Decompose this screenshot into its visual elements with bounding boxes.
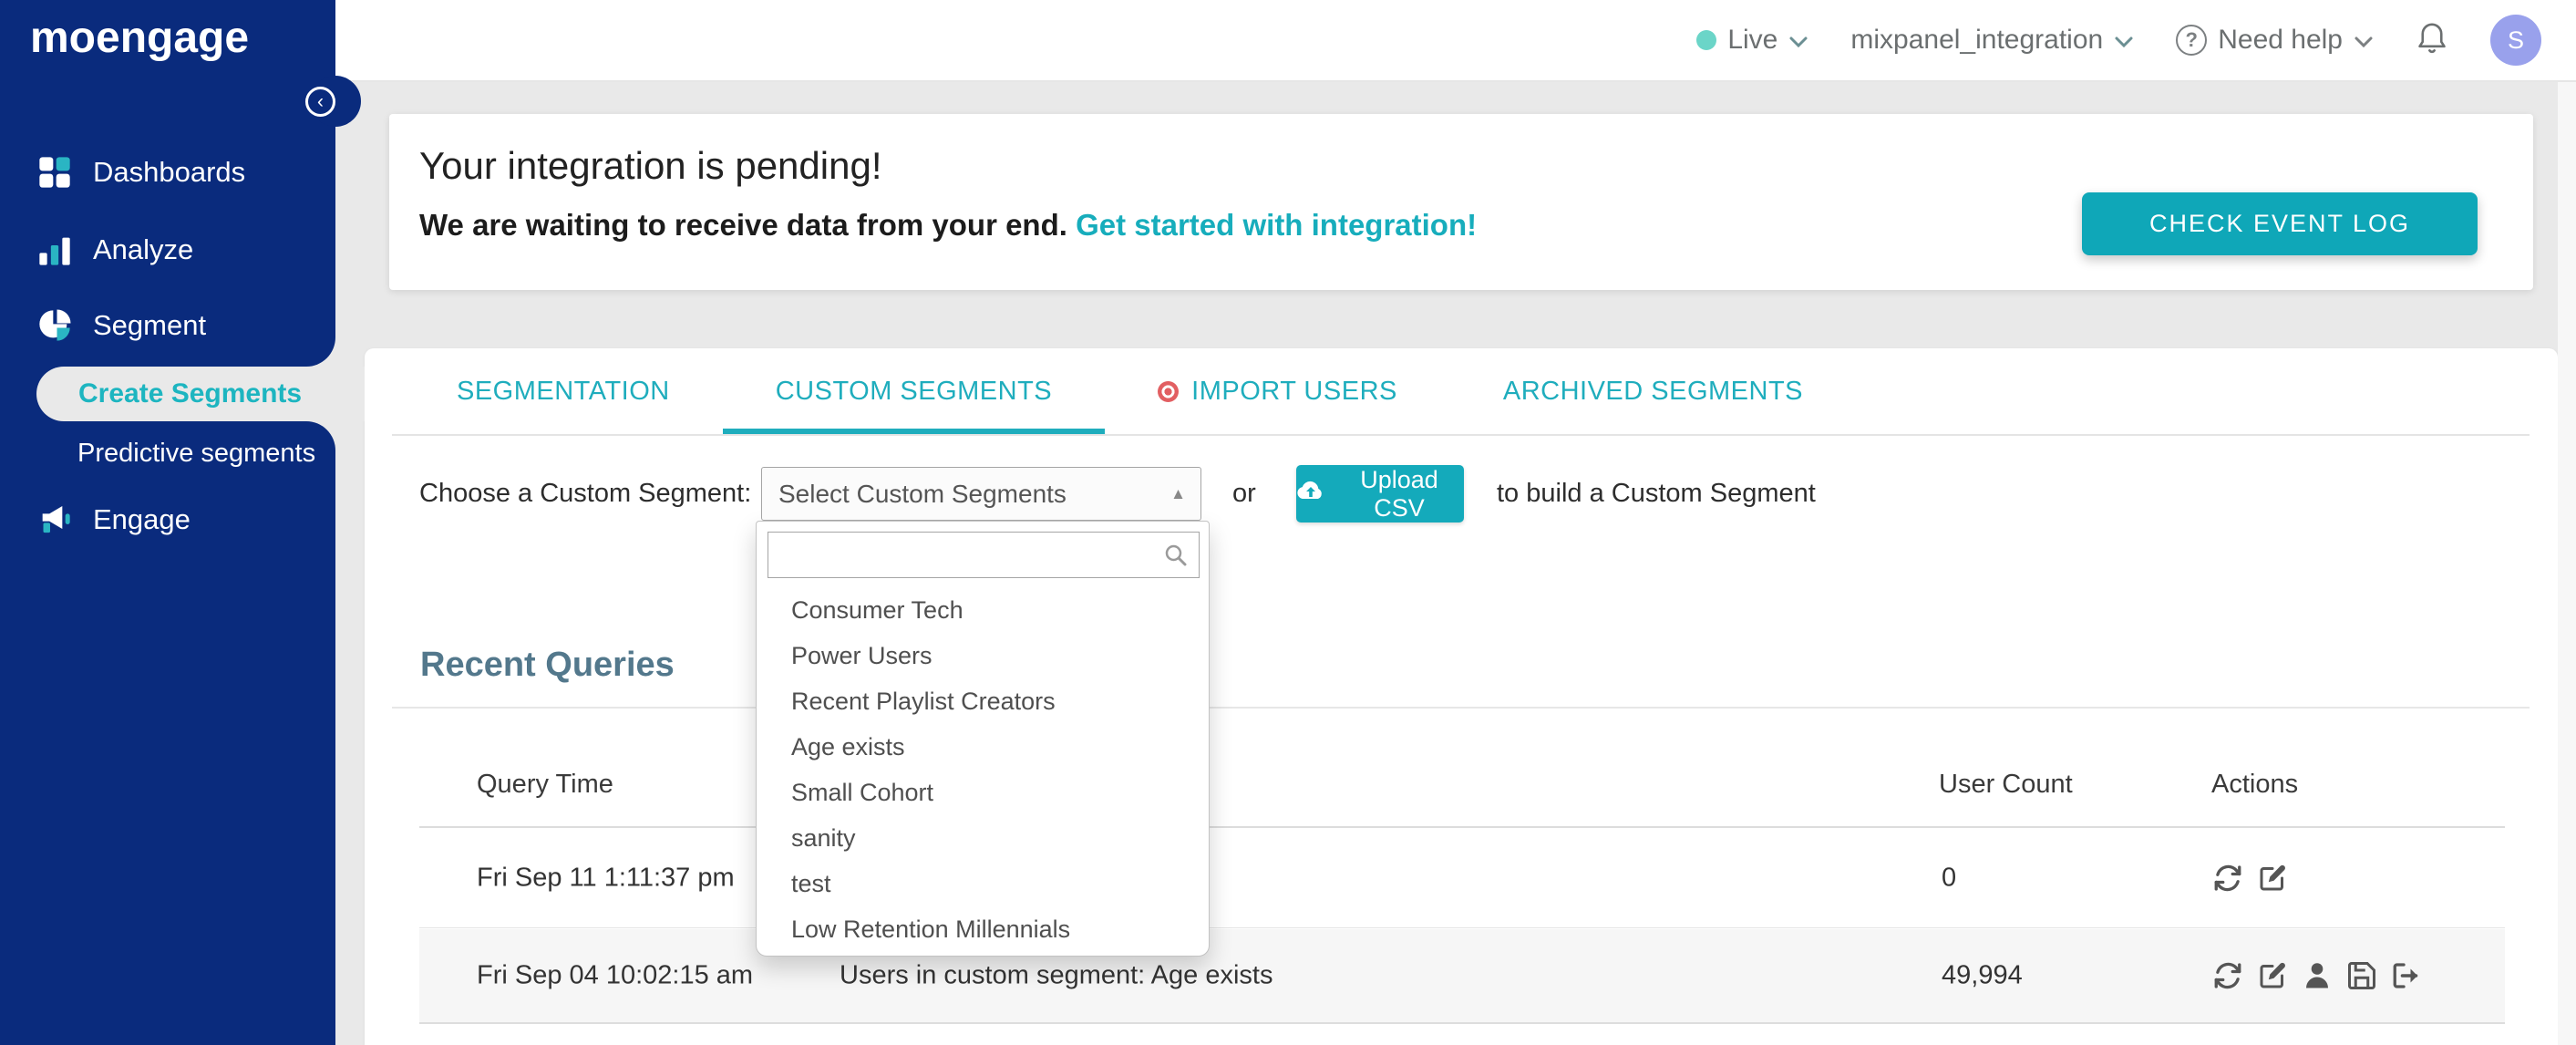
edit-icon[interactable] [2256, 862, 2289, 895]
app-root: Live mixpanel_integration ? Need help S [0, 0, 2576, 1045]
live-status-dot [1696, 30, 1717, 50]
column-header-actions: Actions [2211, 770, 2299, 799]
save-icon[interactable] [2345, 959, 2378, 992]
user-icon[interactable] [2301, 959, 2334, 992]
sidebar-collapse-button[interactable]: ‹ [305, 87, 335, 117]
chevron-down-icon [1788, 25, 1808, 56]
column-header-user-count: User Count [1939, 770, 2073, 799]
pie-chart-icon [36, 307, 73, 344]
sidebar-item-predictive-segments[interactable]: Predictive segments [77, 430, 315, 476]
sidebar-item-label: Predictive segments [77, 438, 316, 468]
bell-icon [2416, 23, 2448, 60]
sidebar-item-create-segments[interactable]: Create Segments [36, 367, 365, 421]
dropdown-option[interactable]: Low Retention Millennials [757, 906, 1209, 952]
section-divider [392, 707, 2530, 709]
environment-label: Live [1727, 25, 1778, 55]
check-event-log-button[interactable]: CHECK EVENT LOG [2082, 192, 2478, 255]
build-segment-helper-text: to build a Custom Segment [1497, 479, 1816, 508]
dropdown-option[interactable]: test [757, 861, 1209, 906]
tab-segmentation[interactable]: SEGMENTATION [404, 348, 723, 434]
dropdown-option[interactable]: Recent Playlist Creators [757, 678, 1209, 724]
sidebar: moengage Dashboards Analyze Segment Crea… [0, 0, 365, 1045]
dropdown-option[interactable]: Power Users [757, 633, 1209, 678]
dropdown-search [768, 532, 1200, 578]
query-time-cell: Fri Sep 11 1:11:37 pm [477, 863, 735, 892]
user-count-cell: 0 [1942, 863, 1957, 892]
sidebar-item-label: Create Segments [78, 378, 303, 409]
chevron-down-icon [2354, 25, 2374, 56]
dashboard-grid-icon [36, 154, 73, 191]
top-bar: Live mixpanel_integration ? Need help S [335, 0, 2576, 82]
cloud-upload-icon [1296, 479, 1325, 509]
workspace-selector[interactable]: mixpanel_integration [1850, 25, 2134, 56]
help-label: Need help [2218, 25, 2343, 55]
avatar[interactable]: S [2490, 15, 2541, 66]
column-header-query-time: Query Time [477, 770, 613, 799]
tab-label: SEGMENTATION [457, 376, 670, 406]
tab-label: IMPORT USERS [1191, 376, 1397, 406]
recent-queries-heading: Recent Queries [420, 646, 675, 684]
banner-message-text: We are waiting to receive data from your… [419, 208, 1067, 242]
export-icon[interactable] [2390, 959, 2423, 992]
caret-up-icon: ▲ [1170, 484, 1186, 502]
query-time-cell: Fri Sep 04 10:02:15 am [477, 960, 754, 990]
or-text: or [1232, 479, 1256, 508]
refresh-icon[interactable] [2211, 862, 2244, 895]
choose-segment-label: Choose a Custom Segment: [419, 479, 752, 508]
tab-label: ARCHIVED SEGMENTS [1502, 376, 1804, 406]
table-row: Fri Sep 11 1:11:37 pm 0 [419, 828, 2505, 928]
select-value: Select Custom Segments [778, 479, 1066, 508]
concave-corner-decoration [306, 337, 335, 367]
banner-message: We are waiting to receive data from your… [419, 208, 1477, 243]
workspace-label: mixpanel_integration [1850, 25, 2104, 55]
tab-archived-segments[interactable]: ARCHIVED SEGMENTS [1450, 348, 1856, 434]
row-actions [2211, 959, 2423, 992]
integration-pending-banner: Your integration is pending! We are wait… [389, 114, 2533, 290]
dropdown-option[interactable]: Consumer Tech [757, 587, 1209, 633]
query-description-cell: Users in custom segment: Age exists [840, 960, 1273, 990]
sidebar-item-analyze[interactable]: Analyze [0, 222, 335, 277]
tabs-divider [392, 434, 2530, 436]
user-count-cell: 49,994 [1942, 960, 2023, 990]
dropdown-option[interactable]: Small Cohort [757, 770, 1209, 815]
bar-chart-icon [36, 232, 73, 268]
scrollbar[interactable] [2558, 82, 2576, 1045]
segments-card: SEGMENTATION CUSTOM SEGMENTS IMPORT USER… [365, 348, 2558, 1045]
megaphone-icon [36, 502, 73, 538]
dropdown-option[interactable]: Age exists [757, 724, 1209, 770]
sidebar-item-engage[interactable]: Engage [0, 492, 335, 547]
get-started-link[interactable]: Get started with integration! [1076, 208, 1477, 242]
avatar-initial: S [2507, 26, 2524, 54]
notifications-button[interactable] [2416, 19, 2448, 61]
help-question-icon: ? [2176, 25, 2208, 56]
refresh-icon[interactable] [2211, 959, 2244, 992]
tab-custom-segments[interactable]: CUSTOM SEGMENTS [722, 348, 1106, 434]
custom-segment-dropdown: Consumer Tech Power Users Recent Playlis… [756, 521, 1210, 957]
environment-selector[interactable]: Live [1696, 25, 1808, 56]
tab-label: CUSTOM SEGMENTS [775, 376, 1053, 406]
sidebar-item-label: Dashboards [93, 156, 246, 188]
sidebar-item-dashboards[interactable]: Dashboards [0, 145, 335, 200]
alert-dot-icon [1158, 380, 1180, 402]
row-actions [2211, 862, 2289, 895]
search-icon [1162, 542, 1190, 574]
dropdown-options: Consumer Tech Power Users Recent Playlis… [757, 587, 1209, 952]
upload-csv-button[interactable]: Upload CSV [1296, 465, 1464, 522]
dropdown-option[interactable]: sanity [757, 815, 1209, 861]
upload-csv-label: Upload CSV [1360, 465, 1438, 522]
banner-title: Your integration is pending! [419, 144, 882, 187]
table-row: Fri Sep 04 10:02:15 am Users in custom s… [419, 929, 2505, 1024]
sidebar-item-label: Engage [93, 503, 191, 535]
sidebar-item-segment[interactable]: Segment [0, 298, 335, 353]
tab-import-users[interactable]: IMPORT USERS [1105, 348, 1450, 434]
moengage-logo: moengage [30, 14, 250, 62]
help-menu[interactable]: ? Need help [2176, 25, 2374, 56]
edit-icon[interactable] [2256, 959, 2289, 992]
sidebar-item-label: Analyze [93, 233, 194, 265]
sidebar-item-label: Segment [93, 309, 207, 341]
dropdown-search-input[interactable] [768, 533, 1199, 577]
chevron-down-icon [2114, 25, 2134, 56]
tab-bar: SEGMENTATION CUSTOM SEGMENTS IMPORT USER… [365, 348, 2558, 434]
custom-segment-select[interactable]: Select Custom Segments ▲ [761, 467, 1201, 521]
